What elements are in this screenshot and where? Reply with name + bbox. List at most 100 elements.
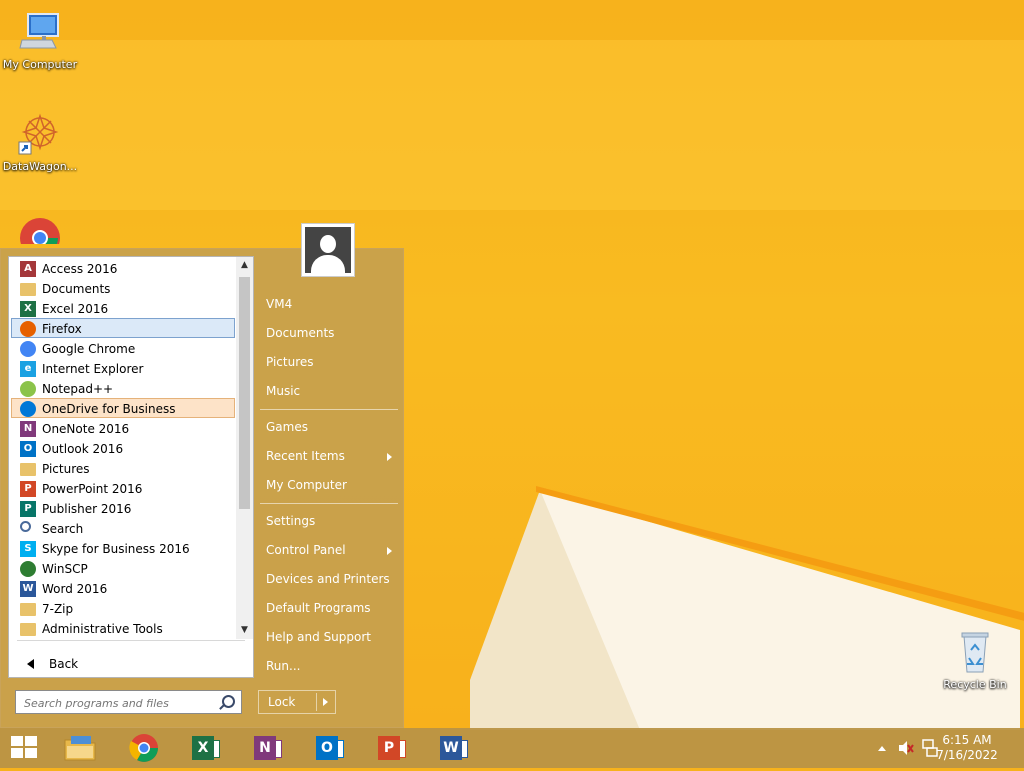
- show-hidden-icons-button[interactable]: [876, 728, 888, 768]
- program-item[interactable]: A Access 2016: [11, 258, 235, 278]
- program-item[interactable]: WinSCP: [11, 558, 235, 578]
- windows-start-icon[interactable]: [11, 736, 39, 760]
- scroll-up-arrow-icon[interactable]: ▲: [236, 257, 253, 274]
- word-icon[interactable]: W: [434, 732, 474, 764]
- right-pane-item-label: Run...: [266, 659, 301, 673]
- lock-button[interactable]: Lock: [258, 690, 336, 714]
- right-pane-item[interactable]: Settings: [258, 507, 398, 536]
- computer-icon: [18, 10, 62, 54]
- desktop-icon-my-computer[interactable]: My Computer: [0, 10, 80, 71]
- folder-icon: [20, 603, 36, 616]
- right-pane-item-label: Recent Items: [266, 449, 345, 463]
- taskbar-clock[interactable]: 6:15 AM 7/16/2022: [932, 733, 1002, 763]
- firefox-icon: [20, 321, 36, 337]
- right-pane-item-label: Default Programs: [266, 601, 371, 615]
- right-pane-item[interactable]: Control Panel: [258, 536, 398, 565]
- program-label: Google Chrome: [42, 342, 136, 356]
- program-label: Publisher 2016: [42, 502, 132, 516]
- right-pane-item[interactable]: Pictures: [258, 348, 398, 377]
- program-item[interactable]: S Skype for Business 2016: [11, 538, 235, 558]
- program-label: Outlook 2016: [42, 442, 124, 456]
- program-item[interactable]: e Internet Explorer: [11, 358, 235, 378]
- back-button[interactable]: Back: [17, 655, 78, 673]
- program-label: Search: [42, 522, 84, 536]
- search-box[interactable]: [15, 690, 242, 714]
- right-pane-item[interactable]: Devices and Printers: [258, 565, 398, 594]
- program-label: Skype for Business 2016: [42, 542, 190, 556]
- program-item[interactable]: 7-Zip: [11, 598, 235, 618]
- program-item[interactable]: P PowerPoint 2016: [11, 478, 235, 498]
- ie-icon: e: [20, 361, 36, 377]
- powerpoint-tile: P: [378, 736, 400, 760]
- lock-options-arrow-icon[interactable]: [323, 698, 328, 706]
- onedrive-icon: [20, 401, 36, 417]
- right-pane-item-label: Control Panel: [266, 543, 346, 557]
- right-pane-item[interactable]: My Computer: [258, 471, 398, 500]
- folder-icon: [20, 463, 36, 476]
- program-item[interactable]: Firefox: [11, 318, 235, 338]
- search-icon[interactable]: [222, 695, 235, 708]
- program-item[interactable]: OneDrive for Business: [11, 398, 235, 418]
- outlook-tile: O: [316, 736, 338, 760]
- program-item[interactable]: Administrative Tools: [11, 618, 235, 638]
- program-item[interactable]: Documents: [11, 278, 235, 298]
- program-item[interactable]: Pictures: [11, 458, 235, 478]
- chrome-taskbar-icon[interactable]: [124, 732, 164, 764]
- search-input[interactable]: [22, 692, 216, 714]
- scrollbar-thumb[interactable]: [239, 277, 250, 509]
- right-pane-item-label: Documents: [266, 326, 335, 340]
- right-pane-item-label: Pictures: [266, 355, 314, 369]
- program-label: PowerPoint 2016: [42, 482, 143, 496]
- submenu-arrow-icon: [387, 547, 392, 555]
- divider: [17, 640, 245, 641]
- program-item[interactable]: O Outlook 2016: [11, 438, 235, 458]
- search-icon: [20, 521, 31, 532]
- desktop-icon-label: DataWagon...: [2, 160, 78, 173]
- program-item[interactable]: N OneNote 2016: [11, 418, 235, 438]
- right-pane-item[interactable]: Run...: [258, 652, 398, 681]
- program-item[interactable]: P Publisher 2016: [11, 498, 235, 518]
- chrome-icon: [20, 341, 36, 357]
- powerpoint-icon[interactable]: P: [372, 732, 412, 764]
- powerpoint-icon: P: [20, 481, 36, 497]
- right-pane-divider: [260, 409, 398, 410]
- program-label: Internet Explorer: [42, 362, 144, 376]
- user-avatar[interactable]: [301, 223, 355, 277]
- right-pane-item[interactable]: VM4: [258, 290, 398, 319]
- program-label: Firefox: [42, 322, 82, 336]
- volume-muted-icon[interactable]: [897, 728, 915, 768]
- excel-icon[interactable]: X: [186, 732, 226, 764]
- excel-icon: X: [20, 301, 36, 317]
- program-label: Documents: [42, 282, 111, 296]
- right-pane-item[interactable]: Recent Items: [258, 442, 398, 471]
- right-pane-item[interactable]: Default Programs: [258, 594, 398, 623]
- program-item[interactable]: Notepad++: [11, 378, 235, 398]
- program-item[interactable]: X Excel 2016: [11, 298, 235, 318]
- program-list-scrollbar[interactable]: ▲ ▼: [236, 257, 253, 639]
- outlook-icon[interactable]: O: [310, 732, 350, 764]
- submenu-arrow-icon: [387, 453, 392, 461]
- wallpaper-band: [0, 40, 1024, 210]
- skype-icon: S: [20, 541, 36, 557]
- right-pane-item[interactable]: Music: [258, 377, 398, 406]
- program-label: WinSCP: [42, 562, 88, 576]
- right-pane-item[interactable]: Documents: [258, 319, 398, 348]
- program-item[interactable]: Search: [11, 518, 235, 538]
- onenote-icon[interactable]: N: [248, 732, 288, 764]
- scroll-down-arrow-icon[interactable]: ▼: [236, 622, 253, 639]
- folder-icon: [20, 623, 36, 636]
- desktop-icon-recycle-bin[interactable]: Recycle Bin: [935, 630, 1015, 691]
- desktop-icon-chrome[interactable]: [0, 214, 80, 244]
- program-item[interactable]: W Word 2016: [11, 578, 235, 598]
- chrome-icon: [18, 214, 62, 244]
- right-pane-item[interactable]: Help and Support: [258, 623, 398, 652]
- winscp-icon: [20, 561, 36, 577]
- right-pane-item-label: Help and Support: [266, 630, 371, 644]
- file-explorer-icon[interactable]: [61, 732, 101, 764]
- right-pane-item-label: Games: [266, 420, 308, 434]
- right-pane-item[interactable]: Games: [258, 413, 398, 442]
- right-pane-item-label: Settings: [266, 514, 316, 528]
- desktop-icon-datawagon[interactable]: DataWagon...: [0, 112, 80, 173]
- program-item[interactable]: Google Chrome: [11, 338, 235, 358]
- datawagon-icon: [18, 112, 62, 156]
